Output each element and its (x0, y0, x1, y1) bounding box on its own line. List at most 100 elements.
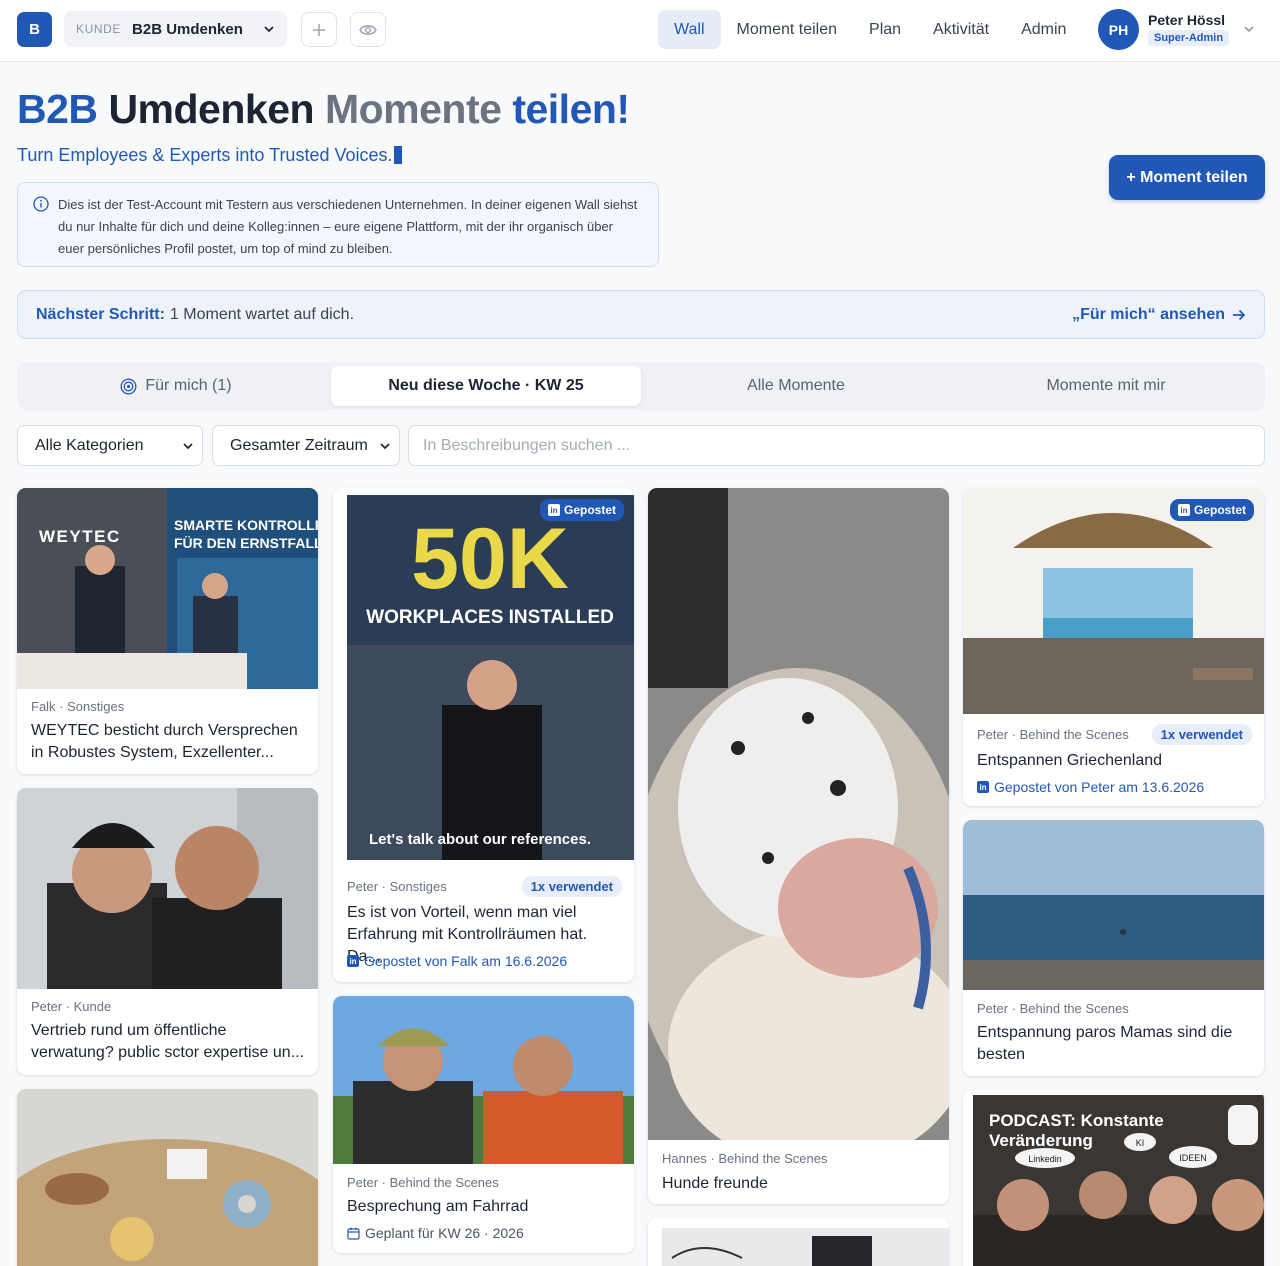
avatar[interactable]: PH (1098, 9, 1139, 50)
next-step-text: 1 Moment wartet auf dich. (169, 305, 355, 323)
wall-tabs: Für mich (1) Neu diese Woche · KW 25 All… (17, 362, 1265, 410)
posted-badge-label: Gepostet (563, 503, 616, 517)
card-meta: Peter · Behind the Scenes (347, 1175, 499, 1190)
card-image-subline: WORKPLACES INSTALLED (366, 607, 614, 628)
title-brand: B2B (17, 86, 98, 132)
card-title: Hunde freunde (662, 1175, 768, 1192)
posted-badge: in Gepostet (1169, 499, 1254, 521)
chevron-down-icon (183, 443, 193, 450)
card-meta: Peter · Kunde (31, 999, 112, 1014)
card-meta: Peter · Behind the Scenes (977, 1001, 1129, 1016)
plus-icon (313, 23, 325, 36)
linkedin-icon: in (347, 955, 359, 967)
nav-moment-teilen[interactable]: Moment teilen (721, 10, 854, 49)
title-share: teilen! (512, 86, 630, 132)
moment-card[interactable]: in Gepostet Peter · Behind the Scenes 1x … (963, 488, 1264, 806)
moment-card[interactable] (648, 1218, 949, 1266)
card-image: WEYTEC SMARTE KONTROLLRÄ FÜR DEN ERNSTFA… (17, 488, 318, 689)
posted-info-text: Gepostet von Peter am 13.6.2026 (994, 779, 1205, 795)
moment-card[interactable]: Peter · Kunde Vertrieb rund um öffentlic… (17, 788, 318, 1075)
tab-fuer-mich[interactable]: Für mich (1) (21, 366, 331, 406)
moment-card[interactable]: WEYTEC SMARTE KONTROLLRÄ FÜR DEN ERNSTFA… (17, 488, 318, 774)
card-image: PODCAST: Konstante Veränderung Linkedin … (973, 1095, 1264, 1266)
posted-info: in Gepostet von Falk am 16.6.2026 (347, 953, 567, 969)
moment-card[interactable] (17, 1089, 318, 1266)
card-image-text: WEYTEC (39, 527, 121, 546)
period-select-value: Gesamter Zeitraum (230, 436, 368, 454)
posted-badge: in Gepostet (539, 499, 624, 521)
chevron-down-icon[interactable] (1243, 23, 1255, 35)
nav-admin[interactable]: Admin (1005, 10, 1082, 49)
linkedin-icon: in (977, 781, 989, 793)
add-button[interactable] (301, 12, 337, 47)
page-subtitle: Turn Employees & Experts into Trusted Vo… (17, 145, 402, 166)
card-image (17, 788, 318, 989)
card-image-title: Veränderung (989, 1131, 1093, 1150)
tab-alle-momente[interactable]: Alle Momente (641, 366, 951, 406)
card-image (648, 488, 949, 1140)
used-count-badge: 1x verwendet (521, 876, 622, 897)
card-image-text: FÜR DEN ERNSTFALL (174, 535, 318, 551)
card-image-tag: Linkedin (1028, 1154, 1062, 1164)
text-cursor (393, 146, 402, 164)
app-logo[interactable]: B (17, 12, 52, 47)
customer-selector[interactable]: KUNDE B2B Umdenken (64, 11, 287, 47)
card-image (17, 1089, 318, 1266)
subtitle-text: Turn Employees & Experts into Trusted Vo… (17, 145, 393, 165)
card-image (963, 488, 1264, 714)
moment-card[interactable]: Peter · Behind the Scenes Entspannung pa… (963, 820, 1264, 1076)
tab-neu-diese-woche[interactable]: Neu diese Woche · KW 25 (331, 366, 641, 406)
calendar-icon (347, 1227, 360, 1240)
card-title: Besprechung am Fahrrad (347, 1198, 529, 1215)
next-step-banner: Nächster Schritt: 1 Moment wartet auf di… (17, 290, 1265, 339)
for-me-link-label: „Für mich“ ansehen (1072, 305, 1225, 323)
card-title: Vertrieb rund um öffentliche verwatung? … (31, 1022, 305, 1061)
tab-fuer-mich-label: Für mich (1) (145, 377, 232, 394)
card-meta: Hannes · Behind the Scenes (662, 1151, 828, 1166)
customer-name: B2B Umdenken (132, 20, 243, 38)
tab-momente-mit-mir[interactable]: Momente mit mir (951, 366, 1261, 406)
period-select[interactable]: Gesamter Zeitraum (212, 425, 400, 466)
moment-card[interactable]: PODCAST: Konstante Veränderung Linkedin … (963, 1090, 1264, 1266)
linkedin-icon: in (1177, 504, 1190, 516)
card-image-caption: Let's talk about our references. (369, 831, 591, 848)
card-image-text: SMARTE KONTROLLRÄ (174, 517, 318, 533)
user-name[interactable]: Peter Hössl (1148, 12, 1225, 28)
card-image (963, 820, 1264, 990)
preview-button[interactable] (350, 12, 386, 47)
moment-card[interactable]: Peter · Behind the Scenes Besprechung am… (333, 996, 634, 1253)
main-nav: Wall Moment teilen Plan Aktivität Admin (658, 10, 1082, 49)
eye-icon (359, 24, 377, 35)
nav-aktivitaet[interactable]: Aktivität (917, 10, 1005, 49)
target-icon (120, 378, 137, 394)
chevron-down-icon (380, 443, 390, 450)
top-bar: B KUNDE B2B Umdenken Wall Moment teilen … (0, 0, 1280, 62)
card-image-title: PODCAST: Konstante (989, 1111, 1164, 1130)
card-title: Entspannung paros Mamas sind die besten (977, 1024, 1233, 1063)
nav-wall[interactable]: Wall (658, 10, 721, 49)
card-meta: Peter · Sonstiges (347, 879, 447, 894)
category-select-value: Alle Kategorien (35, 436, 144, 454)
card-image-headline: 50K (411, 511, 569, 607)
linkedin-icon: in (547, 504, 560, 516)
chevron-down-icon (264, 26, 274, 33)
moment-card[interactable]: 50K WORKPLACES INSTALLED Let's talk abou… (333, 488, 634, 982)
share-moment-button[interactable]: + Moment teilen (1109, 155, 1265, 200)
category-select[interactable]: Alle Kategorien (17, 425, 203, 466)
used-count-badge: 1x verwendet (1151, 724, 1252, 745)
card-title: WEYTEC besticht durch Versprechen in Rob… (31, 722, 298, 761)
search-input[interactable] (408, 425, 1265, 466)
nav-plan[interactable]: Plan (853, 10, 917, 49)
card-image-tag: IDEEN (1179, 1153, 1207, 1163)
card-image (662, 1228, 949, 1266)
posted-badge-label: Gepostet (1193, 503, 1246, 517)
info-text: Dies ist der Test-Account mit Testern au… (58, 197, 638, 256)
user-role-badge: Super-Admin (1148, 30, 1230, 46)
card-image-tag: KI (1136, 1138, 1145, 1148)
card-meta: Peter · Behind the Scenes (977, 727, 1129, 742)
moment-card[interactable]: Hannes · Behind the Scenes Hunde freunde (648, 488, 949, 1204)
for-me-link[interactable]: „Für mich“ ansehen (1072, 306, 1246, 324)
planned-info: Geplant für KW 26 · 2026 (347, 1225, 524, 1241)
card-title: Entspannen Griechenland (977, 752, 1163, 769)
title-moments: Momente (324, 86, 502, 132)
